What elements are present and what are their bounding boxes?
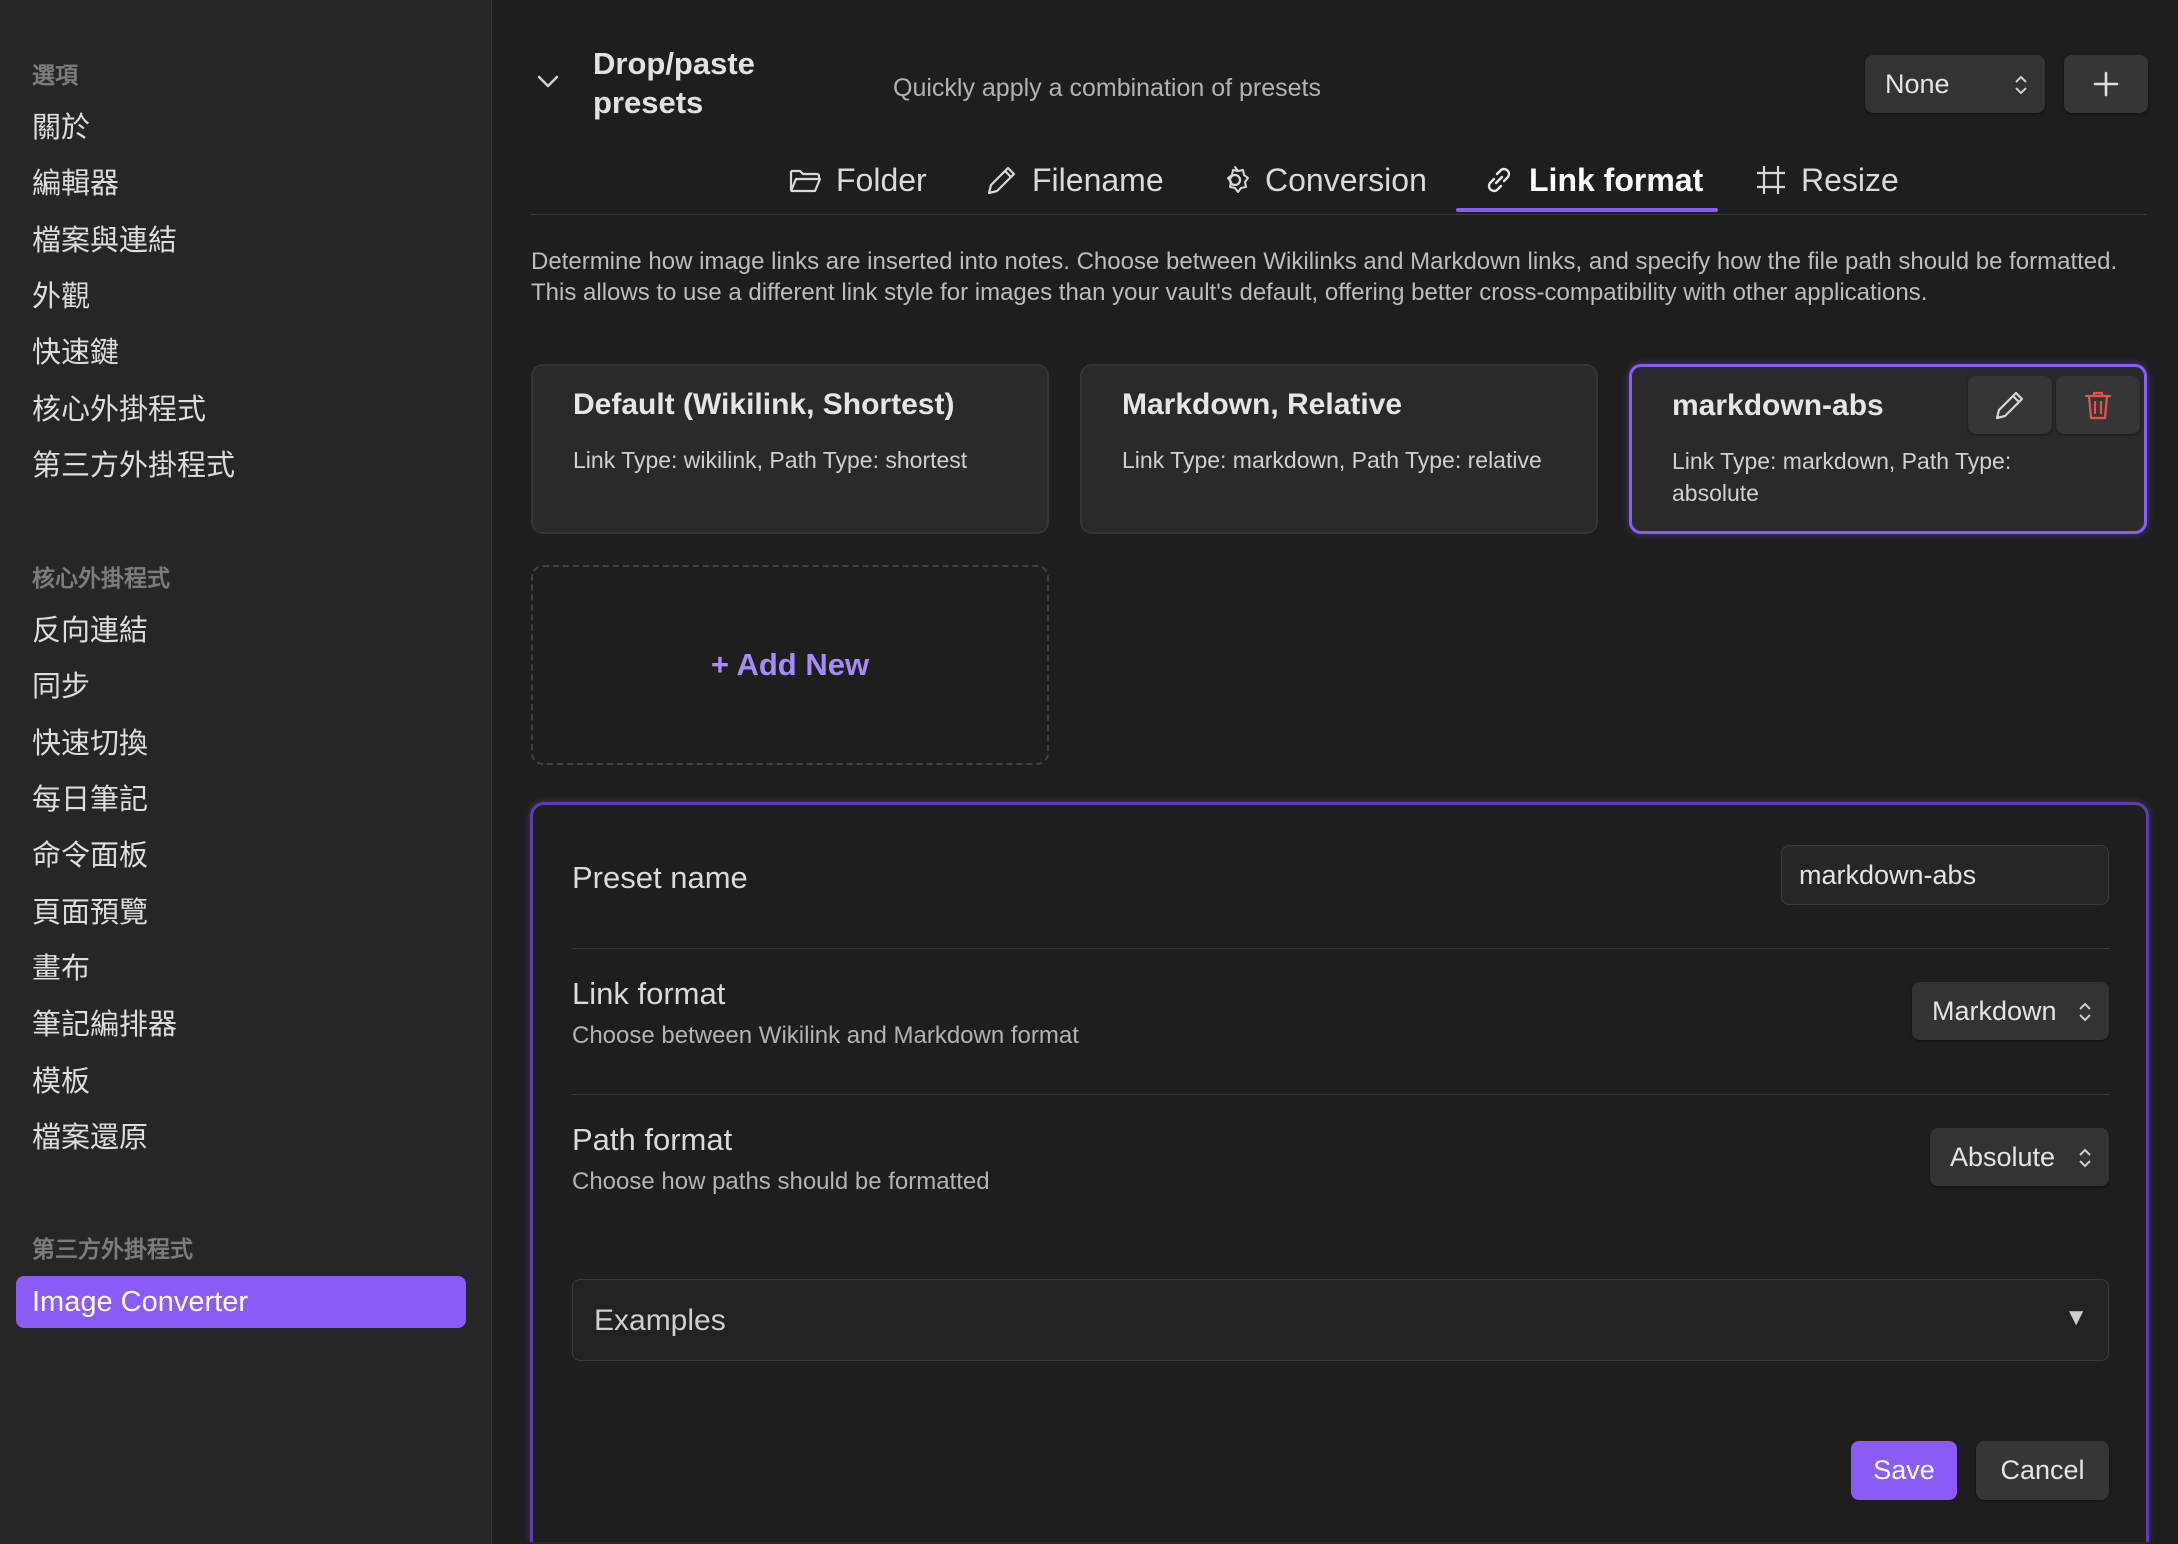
sidebar-item-canvas[interactable]: 畫布 — [16, 943, 466, 995]
tab-link-format-label: Link format — [1529, 161, 1704, 198]
tab-resize-label: Resize — [1801, 161, 1899, 198]
chevron-down-icon[interactable] — [535, 70, 561, 92]
path-format-desc: Choose how paths should be formatted — [572, 1168, 990, 1195]
sidebar-item-daily-notes[interactable]: 每日筆記 — [16, 774, 466, 826]
tab-filename-label: Filename — [1032, 161, 1164, 198]
sidebar-item-page-preview[interactable]: 頁面預覽 — [16, 887, 466, 939]
sidebar-item-sync[interactable]: 同步 — [16, 661, 466, 713]
sidebar-heading-community-plugins: 第三方外掛程式 — [32, 1236, 193, 1262]
add-preset-button[interactable] — [2064, 55, 2148, 113]
preset-card-desc: Link Type: markdown, Path Type: relative — [1122, 447, 1542, 473]
tabs-divider — [531, 214, 2147, 215]
crop-icon — [1755, 164, 1787, 196]
gear-icon — [1219, 164, 1251, 196]
divider — [572, 948, 2109, 949]
link-format-select-value: Markdown — [1932, 995, 2057, 1026]
link-format-label: Link format — [572, 976, 726, 1011]
sidebar-item-core-plugins[interactable]: 核心外掛程式 — [16, 384, 466, 436]
presets-title: Drop/paste presets — [593, 44, 755, 122]
sidebar-item-file-recovery[interactable]: 檔案還原 — [16, 1112, 466, 1164]
tab-folder[interactable]: Folder — [788, 150, 927, 210]
preset-card-desc: Link Type: wikilink, Path Type: shortest — [573, 447, 968, 473]
settings-main: Drop/paste presets Quickly apply a combi… — [493, 0, 2178, 1544]
sidebar-item-image-converter[interactable]: Image Converter — [16, 1276, 466, 1328]
link-format-select[interactable]: Markdown — [1912, 982, 2109, 1040]
preset-card-default[interactable]: Default (Wikilink, Shortest) Link Type: … — [531, 364, 1049, 534]
preset-select[interactable]: None — [1865, 55, 2045, 113]
link-format-intro: Determine how image links are inserted i… — [531, 248, 2118, 306]
plus-icon — [2092, 70, 2120, 98]
delete-preset-button[interactable] — [2056, 376, 2140, 434]
tab-link-format[interactable]: Link format — [1483, 150, 1703, 210]
path-format-select[interactable]: Absolute — [1930, 1128, 2109, 1186]
preset-card-title: Default (Wikilink, Shortest) — [573, 388, 955, 421]
examples-collapsible[interactable]: Examples ▼ — [572, 1279, 2109, 1361]
presets-description: Quickly apply a combination of presets — [893, 74, 1321, 102]
preset-card-desc: Link Type: markdown, Path Type: absolute — [1672, 448, 2012, 506]
pencil-icon — [986, 164, 1018, 196]
preset-card-markdown-relative[interactable]: Markdown, Relative Link Type: markdown, … — [1080, 364, 1598, 534]
pencil-icon — [1994, 389, 2026, 421]
sidebar-item-quick-switcher[interactable]: 快速切換 — [16, 718, 466, 770]
link-icon — [1483, 164, 1515, 196]
edit-preset-button[interactable] — [1968, 376, 2052, 434]
sidebar-item-backlinks[interactable]: 反向連結 — [16, 605, 466, 657]
sidebar-item-note-composer[interactable]: 筆記編排器 — [16, 999, 466, 1051]
tab-filename[interactable]: Filename — [986, 150, 1164, 210]
cancel-button[interactable]: Cancel — [1976, 1441, 2109, 1500]
chevron-updown-icon — [2077, 1001, 2093, 1023]
preset-card-title: Markdown, Relative — [1122, 388, 1403, 421]
preset-card-title: markdown-abs — [1672, 389, 1884, 422]
caret-down-icon: ▼ — [2064, 1304, 2088, 1331]
tab-conversion[interactable]: Conversion — [1219, 150, 1427, 210]
add-new-preset-button[interactable]: + Add New — [531, 565, 1049, 765]
sidebar-heading-core-plugins: 核心外掛程式 — [32, 565, 170, 591]
preset-select-value: None — [1885, 68, 1950, 99]
presets-title-line2: presets — [593, 85, 704, 120]
settings-sidebar: 選項 關於 編輯器 檔案與連結 外觀 快速鍵 核心外掛程式 第三方外掛程式 核心… — [0, 0, 492, 1544]
preset-name-input[interactable] — [1781, 845, 2109, 905]
tab-folder-label: Folder — [836, 161, 927, 198]
divider — [572, 1094, 2109, 1095]
examples-label: Examples — [594, 1304, 726, 1337]
presets-title-line1: Drop/paste — [593, 46, 755, 81]
preset-card-markdown-abs[interactable]: markdown-abs Link Type: markdown, Path T… — [1629, 364, 2147, 534]
chevron-updown-icon — [2077, 1147, 2093, 1169]
path-format-select-value: Absolute — [1950, 1141, 2056, 1172]
preset-name-label: Preset name — [572, 860, 748, 895]
sidebar-item-community-plugins[interactable]: 第三方外掛程式 — [16, 440, 466, 492]
trash-icon — [2083, 389, 2113, 421]
sidebar-item-templates[interactable]: 模板 — [16, 1056, 466, 1108]
chevron-updown-icon — [2013, 74, 2029, 96]
sidebar-item-appearance[interactable]: 外觀 — [16, 271, 466, 323]
folder-icon — [788, 165, 822, 195]
tab-conversion-label: Conversion — [1265, 161, 1427, 198]
sidebar-heading-options: 選項 — [32, 62, 78, 88]
sidebar-item-about[interactable]: 關於 — [16, 102, 466, 154]
tab-resize[interactable]: Resize — [1755, 150, 1899, 210]
active-tab-indicator — [1456, 208, 1718, 212]
sidebar-item-hotkeys[interactable]: 快速鍵 — [16, 327, 466, 379]
save-button[interactable]: Save — [1851, 1441, 1957, 1500]
sidebar-item-editor[interactable]: 編輯器 — [16, 158, 466, 210]
link-format-desc: Choose between Wikilink and Markdown for… — [572, 1022, 1079, 1049]
sidebar-item-files-links[interactable]: 檔案與連結 — [16, 215, 466, 267]
path-format-label: Path format — [572, 1122, 733, 1157]
sidebar-item-command-palette[interactable]: 命令面板 — [16, 830, 466, 882]
